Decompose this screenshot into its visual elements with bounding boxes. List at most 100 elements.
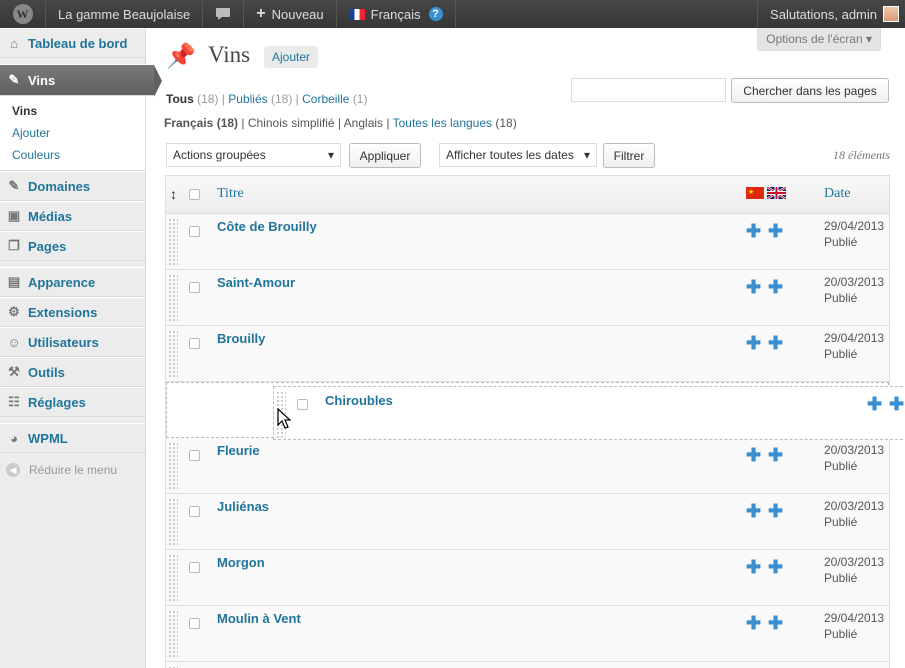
- menu-pages[interactable]: ❐ Pages: [0, 231, 145, 261]
- drag-handle[interactable]: [168, 442, 178, 490]
- row-title-link[interactable]: Chiroubles: [325, 393, 393, 408]
- drag-handle[interactable]: [168, 274, 178, 322]
- menu-reglages[interactable]: ☷ Réglages: [0, 387, 145, 417]
- row-status: Publié: [824, 571, 858, 585]
- account-menu[interactable]: Salutations, admin: [757, 0, 905, 28]
- row-checkbox[interactable]: [189, 450, 200, 461]
- add-translation-zh-icon[interactable]: ✚: [746, 446, 761, 464]
- row-title-link[interactable]: Moulin à Vent: [217, 611, 301, 626]
- menu-extensions[interactable]: ⚙ Extensions: [0, 297, 145, 327]
- add-translation-zh-icon[interactable]: ✚: [746, 502, 761, 520]
- pushpin-icon: ✎: [8, 178, 20, 193]
- row-checkbox[interactable]: [189, 618, 200, 629]
- row-checkbox[interactable]: [297, 399, 308, 410]
- col-date[interactable]: Date: [824, 186, 850, 202]
- row-checkbox[interactable]: [189, 226, 200, 237]
- screen-options-button[interactable]: Options de l'écran ▾: [757, 28, 881, 51]
- table-header: ↕ Titre ★ Date: [166, 176, 889, 214]
- add-translation-en-icon[interactable]: ✚: [768, 614, 783, 632]
- row-status: Publié: [824, 235, 858, 249]
- language-switcher[interactable]: Français?: [337, 0, 456, 28]
- table-row: Brouilly ✚ ✚ 29/04/2013 Publié: [166, 326, 889, 382]
- menu-wpml[interactable]: ◕ WPML: [0, 423, 145, 453]
- drag-handle[interactable]: [168, 218, 178, 266]
- row-date: 20/03/2013 Publié: [824, 554, 886, 586]
- filter-all[interactable]: Tous: [166, 92, 194, 106]
- search-button[interactable]: Chercher dans les pages: [731, 78, 889, 103]
- add-translation-zh-icon[interactable]: ✚: [746, 278, 761, 296]
- add-translation-en-icon[interactable]: ✚: [768, 334, 783, 352]
- add-translation-zh-icon[interactable]: ✚: [746, 222, 761, 240]
- filter-trash[interactable]: Corbeille: [302, 92, 349, 106]
- site-name-link[interactable]: La gamme Beaujolaise: [46, 0, 204, 28]
- menu-outils[interactable]: ⚒ Outils: [0, 357, 145, 387]
- row-title-link[interactable]: Juliénas: [217, 499, 269, 514]
- add-translation-en-icon[interactable]: ✚: [768, 222, 783, 240]
- add-translation-en-icon[interactable]: ✚: [768, 278, 783, 296]
- filter-published-count: (18): [270, 92, 293, 106]
- lang-english[interactable]: Anglais: [344, 116, 383, 130]
- search-input[interactable]: [571, 78, 726, 102]
- comments-icon[interactable]: [203, 0, 245, 28]
- pages-icon: ❐: [8, 238, 20, 253]
- add-translation-zh-icon[interactable]: ✚: [746, 614, 761, 632]
- row-status: Publié: [824, 291, 858, 305]
- new-content-button[interactable]: + Nouveau: [244, 0, 337, 28]
- lang-all[interactable]: Toutes les langues: [393, 116, 492, 130]
- select-all-checkbox[interactable]: [189, 189, 200, 200]
- drag-handle[interactable]: [168, 498, 178, 546]
- menu-pages-label: Pages: [28, 238, 67, 254]
- submenu-vins[interactable]: Vins: [0, 100, 145, 122]
- drag-handle[interactable]: [168, 554, 178, 602]
- lang-chinese[interactable]: Chinois simplifié: [248, 116, 335, 130]
- menu-dashboard[interactable]: ⌂ Tableau de bord: [0, 28, 145, 58]
- row-title-link[interactable]: Côte de Brouilly: [217, 219, 317, 234]
- submenu-ajouter[interactable]: Ajouter: [0, 122, 145, 144]
- menu-domaines[interactable]: ✎ Domaines: [0, 171, 145, 201]
- row-checkbox[interactable]: [189, 338, 200, 349]
- add-translation-en-icon[interactable]: ✚: [768, 446, 783, 464]
- add-translation-en-icon[interactable]: ✚: [768, 502, 783, 520]
- drag-handle[interactable]: [168, 330, 178, 378]
- wpml-icon: ◕: [10, 430, 18, 446]
- row-checkbox[interactable]: [189, 562, 200, 573]
- menu-medias[interactable]: ▣ Médias: [0, 201, 145, 231]
- add-translation-zh-icon[interactable]: ✚: [746, 334, 761, 352]
- row-title-link[interactable]: Saint-Amour: [217, 275, 295, 290]
- row-title-link[interactable]: Brouilly: [217, 331, 265, 346]
- dragged-row[interactable]: Chiroubles ✚ ✚: [273, 386, 905, 440]
- date-filter-select[interactable]: Afficher toutes les dates ▾: [439, 143, 597, 167]
- menu-vins[interactable]: ✎ Vins: [0, 64, 162, 97]
- menu-utilisateurs[interactable]: ☺ Utilisateurs: [0, 327, 145, 357]
- row-date-value: 20/03/2013: [824, 443, 885, 457]
- drag-handle[interactable]: [168, 610, 178, 658]
- filter-published[interactable]: Publiés: [228, 92, 267, 106]
- collapse-menu-button[interactable]: ◀ Réduire le menu: [0, 453, 145, 487]
- help-icon[interactable]: ?: [428, 7, 443, 21]
- apply-button[interactable]: Appliquer: [349, 143, 421, 168]
- lang-french[interactable]: Français (18): [164, 116, 238, 130]
- row-title-link[interactable]: Morgon: [217, 555, 265, 570]
- add-translation-en-icon[interactable]: ✚: [889, 395, 904, 413]
- menu-apparence[interactable]: ▤ Apparence: [0, 267, 145, 297]
- menu-outils-label: Outils: [28, 364, 65, 380]
- bulk-actions-value: Actions groupées: [173, 148, 266, 162]
- row-date: 20/03/2013 Publié: [824, 274, 886, 306]
- filter-button[interactable]: Filtrer: [603, 143, 655, 168]
- table-row: Saint-Amour ✚ ✚ 20/03/2013 Publié: [166, 270, 889, 326]
- row-title-link[interactable]: Fleurie: [217, 443, 260, 458]
- row-date: 29/04/2013 Publié: [824, 610, 886, 642]
- wordpress-logo-icon[interactable]: W: [0, 0, 46, 28]
- col-title[interactable]: Titre: [217, 186, 244, 202]
- add-translation-en-icon[interactable]: ✚: [768, 558, 783, 576]
- add-new-button[interactable]: Ajouter: [264, 46, 319, 68]
- row-checkbox[interactable]: [189, 282, 200, 293]
- submenu-couleurs[interactable]: Couleurs: [0, 144, 145, 166]
- sort-arrows-icon[interactable]: ↕: [170, 186, 177, 202]
- pushpin-icon: 📌: [166, 43, 196, 70]
- bulk-actions-select[interactable]: Actions groupées ▾: [166, 143, 341, 167]
- menu-apparence-label: Apparence: [28, 274, 96, 290]
- row-checkbox[interactable]: [189, 506, 200, 517]
- add-translation-zh-icon[interactable]: ✚: [867, 395, 882, 413]
- add-translation-zh-icon[interactable]: ✚: [746, 558, 761, 576]
